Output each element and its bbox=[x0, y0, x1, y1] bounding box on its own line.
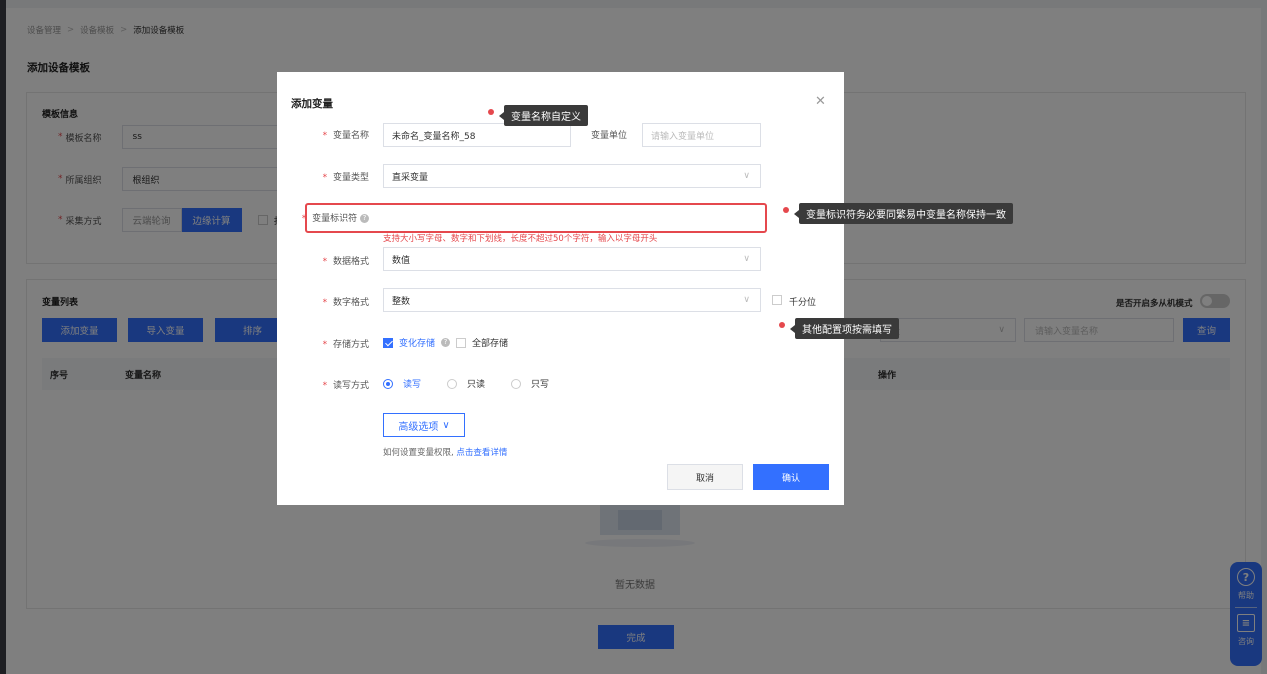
confirm-button[interactable]: 确认 bbox=[753, 464, 829, 490]
rw-radio-readwrite[interactable] bbox=[383, 378, 393, 389]
var-unit-label: 变量单位 bbox=[590, 131, 627, 141]
var-type-select[interactable]: 直采变量 ∨ bbox=[383, 164, 761, 188]
rw-label-writeonly: 只写 bbox=[531, 380, 550, 390]
tooltip-other-config: 其他配置项按需填写 bbox=[790, 318, 899, 339]
data-format-label: * 数据格式 bbox=[322, 257, 369, 267]
var-id-input[interactable] bbox=[383, 206, 765, 230]
advanced-options-button[interactable]: 高级选项 ∨ bbox=[383, 413, 465, 437]
var-id-label: * 变量标识符 ? bbox=[291, 211, 369, 224]
data-format-value: 数值 bbox=[392, 255, 411, 266]
rw-radio-writeonly[interactable] bbox=[511, 378, 521, 389]
add-variable-modal: 添加变量 ✕ * 变量名称 未命名_变量名称_58 变量单位 请输入变量单位 *… bbox=[277, 72, 844, 505]
permission-hint-text: 如何设置变量权限, bbox=[383, 448, 454, 458]
permission-hint: 如何设置变量权限, 点击查看详情 bbox=[383, 446, 507, 458]
permission-detail-link[interactable]: 点击查看详情 bbox=[456, 448, 507, 458]
storage-options: 变化存储 ? 全部存储 bbox=[383, 336, 508, 349]
question-icon: ? bbox=[441, 338, 451, 347]
num-format-label: * 数字格式 bbox=[322, 298, 369, 308]
num-format-select[interactable]: 整数 ∨ bbox=[383, 288, 761, 312]
var-name-input[interactable]: 未命名_变量名称_58 bbox=[383, 123, 571, 147]
var-unit-input[interactable]: 请输入变量单位 bbox=[642, 123, 761, 147]
rw-label-readwrite: 读写 bbox=[403, 380, 422, 390]
data-format-select[interactable]: 数值 ∨ bbox=[383, 247, 761, 271]
chevron-down-icon: ∨ bbox=[743, 171, 750, 181]
storage-label: * 存储方式 bbox=[322, 340, 369, 350]
storage-change-label: 变化存储 bbox=[399, 339, 436, 349]
storage-change-checkbox[interactable] bbox=[383, 337, 393, 348]
rw-radio-readonly[interactable] bbox=[447, 378, 457, 389]
close-icon[interactable]: ✕ bbox=[815, 94, 826, 109]
thousands-checkbox[interactable] bbox=[772, 295, 782, 305]
tooltip-var-name: 变量名称自定义 bbox=[499, 105, 588, 126]
question-icon: ? bbox=[360, 214, 369, 223]
chevron-down-icon: ∨ bbox=[743, 295, 750, 305]
chevron-down-icon: ∨ bbox=[442, 419, 450, 431]
chevron-down-icon: ∨ bbox=[743, 254, 750, 264]
thousands-label: 千分位 bbox=[789, 298, 817, 308]
storage-all-checkbox[interactable] bbox=[456, 337, 467, 348]
advanced-options-label: 高级选项 bbox=[398, 421, 439, 433]
annotation-dot bbox=[779, 322, 785, 328]
annotation-dot bbox=[783, 207, 789, 213]
tooltip-var-id: 变量标识符务必要同繁易中变量名称保持一致 bbox=[794, 203, 1013, 224]
var-id-error-message: 支持大小写字母、数字和下划线，长度不超过50个字符，输入以字母开头 bbox=[383, 234, 658, 244]
rw-options: 读写 只读 只写 bbox=[383, 377, 549, 390]
var-type-value: 直采变量 bbox=[392, 172, 429, 183]
rw-label: * 读写方式 bbox=[322, 381, 369, 391]
annotation-dot bbox=[488, 109, 494, 115]
rw-label-readonly: 只读 bbox=[467, 380, 486, 390]
modal-title: 添加变量 bbox=[291, 98, 333, 110]
var-type-label: * 变量类型 bbox=[322, 173, 369, 183]
num-format-value: 整数 bbox=[392, 296, 411, 307]
cancel-button[interactable]: 取消 bbox=[667, 464, 743, 490]
var-name-label: * 变量名称 bbox=[322, 131, 369, 141]
storage-all-label: 全部存储 bbox=[472, 339, 509, 349]
